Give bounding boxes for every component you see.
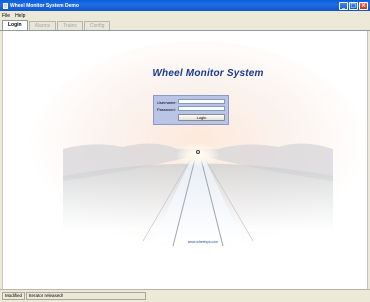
menu-file[interactable]: File	[2, 13, 10, 19]
status-message: Iterator released!	[26, 292, 147, 300]
main-content: Wheel Monitor System Username: Password:…	[2, 31, 368, 289]
status-mode: Modified	[2, 292, 26, 300]
login-panel: Username: Password: Login	[153, 95, 229, 125]
username-input[interactable]	[178, 99, 225, 104]
tab-login[interactable]: Login	[2, 20, 28, 30]
tab-strip: Login Alarms Trains Config	[0, 20, 370, 31]
close-button[interactable]: ×	[359, 1, 368, 10]
app-icon	[3, 2, 8, 9]
website-link[interactable]: www.wheelsys.com	[173, 240, 233, 244]
username-label: Username:	[157, 100, 177, 105]
tab-config[interactable]: Config	[83, 21, 111, 30]
tab-alarms[interactable]: Alarms	[28, 21, 57, 30]
menu-bar: File Help	[0, 11, 370, 20]
password-label: Password:	[157, 107, 176, 112]
login-button[interactable]: Login	[178, 114, 225, 121]
minimize-button[interactable]: _	[339, 1, 348, 10]
maximize-button[interactable]: □	[349, 1, 358, 10]
app-title: Wheel Monitor System	[152, 68, 264, 79]
password-input[interactable]	[178, 106, 225, 111]
tab-trains[interactable]: Trains	[57, 21, 83, 30]
title-bar: Wheel Monitor System Demo _ □ ×	[0, 0, 370, 11]
menu-help[interactable]: Help	[15, 13, 25, 19]
window-title: Wheel Monitor System Demo	[10, 2, 79, 9]
status-bar: Modified Iterator released!	[0, 289, 370, 302]
window-controls: _ □ ×	[339, 1, 368, 10]
